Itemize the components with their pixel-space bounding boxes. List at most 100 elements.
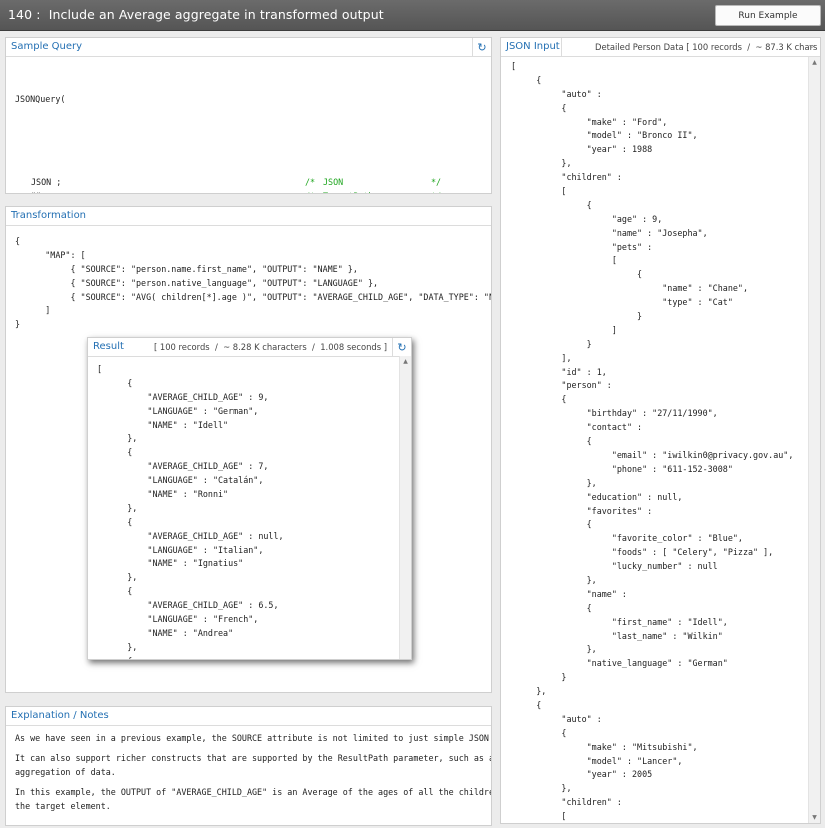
result-header: Result [ 100 records / ~ 8.28 K characte… xyxy=(88,338,411,357)
json-input-line: { xyxy=(511,436,592,447)
json-input-line: "type" : "Cat" xyxy=(511,297,733,308)
json-input-line: { xyxy=(511,602,592,613)
json-input-line: "make" : "Ford", xyxy=(511,116,668,127)
notes-panel: Explanation / Notes As we have seen in a… xyxy=(5,706,492,826)
run-example-button[interactable]: Run Example xyxy=(715,5,821,26)
query-param-close: */ xyxy=(431,177,442,188)
json-input-line: "favorite_color" : "Blue", xyxy=(511,533,743,544)
result-line: "NAME" : "Ignatius" xyxy=(97,558,244,569)
json-input-line: [ xyxy=(511,255,617,266)
query-param-arg: "" ; xyxy=(31,190,51,193)
json-input-line: } xyxy=(511,338,592,349)
query-param-close: */ xyxy=(431,190,441,193)
json-input-tabbar: JSON Input Detailed Person Data [ 100 re… xyxy=(501,38,820,57)
result-line: "NAME" : "Idell" xyxy=(97,419,229,430)
transformation-line: { "SOURCE": "person.native_language", "O… xyxy=(15,277,379,288)
json-input-line: "children" : xyxy=(511,797,622,808)
notes-body: As we have seen in a previous example, t… xyxy=(15,732,492,820)
json-input-line: }, xyxy=(511,644,597,655)
tab-json-input-label: JSON Input xyxy=(506,41,560,52)
json-input-line: "native_language" : "German" xyxy=(511,658,728,669)
query-param-open: /* xyxy=(305,177,316,188)
scroll-up-arrow[interactable]: ▲ xyxy=(400,356,411,367)
json-input-line: "birthday" : "27/11/1990", xyxy=(511,408,718,419)
result-line: }, xyxy=(97,572,138,583)
scroll-up-arrow[interactable]: ▲ xyxy=(809,57,820,68)
example-title: 140 : Include an Average aggregate in tr… xyxy=(8,7,384,22)
json-input-line: "age" : 9, xyxy=(511,213,663,224)
query-param-row: "" ; /* TargetPath */ xyxy=(15,190,485,193)
tab-json-input[interactable]: JSON Input xyxy=(501,38,562,56)
query-param-arg: JSON ; xyxy=(31,177,62,188)
result-title: Result xyxy=(93,341,124,352)
json-input-line: "year" : 1988 xyxy=(511,144,653,155)
query-param-name: JSON xyxy=(323,177,344,188)
result-code: [ { "AVERAGE_CHILD_AGE" : 9, "LANGUAGE" … xyxy=(97,363,284,659)
json-input-line: [ xyxy=(511,811,567,822)
result-line: "LANGUAGE" : "Italian", xyxy=(97,544,264,555)
transformation-line: ] xyxy=(15,305,51,316)
json-input-line: } xyxy=(511,672,567,683)
result-line: { xyxy=(97,516,133,527)
json-input-line: "last_name" : "Wilkin" xyxy=(511,630,723,641)
json-input-line: { xyxy=(511,102,567,113)
json-input-scrollbar[interactable]: ▲ ▼ xyxy=(808,57,820,823)
result-scrollbar[interactable]: ▲ xyxy=(399,356,411,659)
json-input-line: "model" : "Bronco II", xyxy=(511,130,698,141)
json-input-line: "name" : "Josepha", xyxy=(511,227,708,238)
result-line: "AVERAGE_CHILD_AGE" : null, xyxy=(97,530,284,541)
notes-paragraph: As we have seen in a previous example, t… xyxy=(15,733,492,743)
result-line: { xyxy=(97,377,133,388)
sample-query-header: Sample Query ↻ xyxy=(6,38,491,57)
json-input-line: { xyxy=(511,699,542,710)
json-input-line: "pets" : xyxy=(511,241,653,252)
query-param-row: JSON ; /* JSON */ xyxy=(15,176,485,190)
scroll-down-arrow[interactable]: ▼ xyxy=(809,812,820,823)
json-input-line: { xyxy=(511,269,643,280)
refresh-icon[interactable]: ↻ xyxy=(392,338,411,356)
json-input-line: "auto" : xyxy=(511,713,602,724)
json-input-stats: Detailed Person Data [ 100 records / ~ 8… xyxy=(595,42,821,52)
json-input-panel: JSON Input Detailed Person Data [ 100 re… xyxy=(500,37,821,824)
json-input-line: "auto" : xyxy=(511,88,602,99)
json-input-line: }, xyxy=(511,158,572,169)
json-input-line: "model" : "Lancer", xyxy=(511,755,683,766)
json-input-line: "id" : 1, xyxy=(511,366,607,377)
notes-header: Explanation / Notes xyxy=(6,707,491,726)
json-input-line: }, xyxy=(511,686,547,697)
transformation-title: Transformation xyxy=(11,210,87,221)
transformation-header: Transformation xyxy=(6,207,491,226)
json-input-line: [ xyxy=(511,186,567,197)
chevron-down-icon[interactable]: ⌵ xyxy=(809,41,815,51)
query-param-name: TargetPath xyxy=(323,190,373,193)
result-line: "LANGUAGE" : "German", xyxy=(97,405,259,416)
transformation-line: "MAP": [ xyxy=(15,249,86,260)
json-input-line: { xyxy=(511,519,592,530)
json-input-line: "foods" : [ "Celery", "Pizza" ], xyxy=(511,547,774,558)
transformation-line: { "SOURCE": "person.name.first_name", "O… xyxy=(15,263,358,274)
query-param-open: /* xyxy=(305,190,315,193)
title-bar: 140 : Include an Average aggregate in tr… xyxy=(0,0,825,31)
result-line: "AVERAGE_CHILD_AGE" : 6.5, xyxy=(97,600,279,611)
sample-query-code: JSONQuery( JSON ; /* JSON */ "" ; /* TargetPat… xyxy=(15,65,485,193)
json-input-line: } xyxy=(511,311,643,322)
refresh-icon[interactable]: ↻ xyxy=(472,38,491,56)
result-line: "NAME" : "Andrea" xyxy=(97,627,234,638)
result-line: }, xyxy=(97,641,138,652)
json-input-line: "phone" : "611-152-3008" xyxy=(511,463,733,474)
notes-title: Explanation / Notes xyxy=(11,710,109,721)
result-line: [ xyxy=(97,364,103,374)
result-line: }, xyxy=(97,433,138,444)
json-input-line: "education" : null, xyxy=(511,491,683,502)
result-line: "AVERAGE_CHILD_AGE" : 9, xyxy=(97,391,269,402)
json-input-line: }, xyxy=(511,477,597,488)
result-line: "NAME" : "Ronni" xyxy=(97,489,229,500)
result-line: { xyxy=(97,655,284,659)
notes-paragraph: In this example, the OUTPUT of "AVERAGE_… xyxy=(15,786,491,811)
result-line: }, xyxy=(97,502,138,513)
json-input-line: }, xyxy=(511,574,597,585)
json-input-line: "year" : 2005 xyxy=(511,769,653,780)
json-input-code: [ { "auto" : { "make" : "Ford", "model" … xyxy=(511,60,793,823)
json-input-line: "name" : xyxy=(511,588,627,599)
